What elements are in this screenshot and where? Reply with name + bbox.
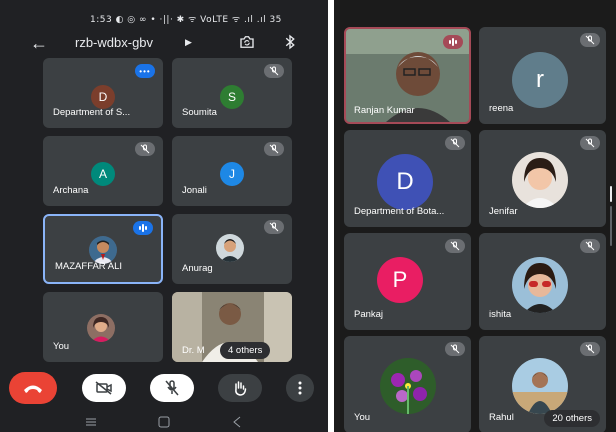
participant-name: Jonali [182,185,207,196]
participant-tile-active-speaker[interactable]: MAZAFFAR ALI [43,214,163,284]
status-bar: 1:53 ◐ ◎ ∞ • ·||· ✱ ᯤ VoLTE ᯤ .ıl .ıl 35 [90,15,282,25]
avatar [512,358,568,414]
participant-tile[interactable]: Rahul 20 others [479,336,606,432]
participant-name: Department of S... [53,107,131,118]
participant-name: Anurag [182,263,213,274]
avatar: r [512,52,568,108]
avatar: D [91,85,115,109]
avatar: J [220,162,244,186]
participant-tile[interactable]: S Soumita [172,58,292,128]
participant-name: Pankaj [354,309,384,320]
participant-tile[interactable]: Anurag [172,214,292,284]
mic-off-icon [264,220,284,234]
back-nav-icon[interactable] [232,416,242,428]
participant-name: Ranjan Kumar [354,105,415,116]
speaking-indicator-icon [443,35,463,49]
mic-off-icon [580,136,600,150]
participant-name: Rahul [489,412,514,423]
mic-off-icon [165,380,179,396]
camera-off-icon [95,381,112,395]
mic-off-icon [445,342,465,356]
mic-off-icon [580,239,600,253]
participant-tile-video[interactable]: Dr. M 4 others [172,292,292,362]
participant-name: Archana [53,185,89,196]
mic-off-icon [135,142,155,156]
mic-off-icon [580,33,600,47]
mic-toggle-button[interactable] [150,374,194,402]
mic-off-icon [580,342,600,356]
avatar [87,314,115,342]
raise-hand-button[interactable] [218,374,262,402]
participant-tile[interactable]: P Pankaj [344,233,471,330]
participant-tile[interactable]: D ••• Department of S... [43,58,163,128]
participant-name: Soumita [182,107,217,118]
recents-icon[interactable] [85,417,97,427]
home-icon[interactable] [158,416,170,428]
avatar: D [377,154,433,210]
bluetooth-icon[interactable] [283,33,297,51]
participant-name: MAZAFFAR ALI [55,261,123,272]
avatar [216,234,244,262]
phone-hangup-icon [24,385,42,393]
participant-name: reena [489,103,514,114]
participant-name: Dr. M [182,345,205,356]
others-count-badge[interactable]: 4 others [220,342,271,359]
participant-name: You [53,341,70,352]
left-meet-screen: 1:53 ◐ ◎ ∞ • ·||· ✱ ᯤ VoLTE ᯤ .ıl .ıl 35… [0,0,328,432]
avatar: S [220,85,244,109]
meeting-code-title[interactable]: rzb-wdbx-gbv [75,35,153,50]
camera-toggle-button[interactable] [82,374,126,402]
mic-off-icon [445,239,465,253]
participant-name: ishita [489,309,512,320]
end-call-button[interactable] [9,372,57,404]
participant-tile[interactable]: Jenifar [479,130,606,227]
avatar [512,152,568,208]
screenshot-root: 1:53 ◐ ◎ ∞ • ·||· ✱ ᯤ VoLTE ᯤ .ıl .ıl 35… [0,0,616,432]
avatar: A [91,162,115,186]
others-count-badge[interactable]: 20 others [544,410,600,427]
back-arrow-icon[interactable]: ← [30,32,48,54]
more-vert-icon [298,381,302,395]
participant-tile[interactable]: ishita [479,233,606,330]
participant-tile[interactable]: A Archana [43,136,163,206]
participant-tile[interactable]: r reena [479,27,606,124]
participant-tile-self[interactable]: You [344,336,471,432]
avatar: P [377,257,423,303]
participant-tile-self[interactable]: You [43,292,163,362]
avatar [380,358,436,414]
participant-name: You [354,412,371,423]
android-nav-bar [0,412,328,432]
scrollbar-thumb[interactable] [610,186,612,202]
avatar [512,257,568,313]
switch-camera-icon[interactable] [238,33,256,51]
more-options-button[interactable] [286,374,314,402]
mic-off-icon [264,142,284,156]
right-meet-screen: Ranjan Kumar r reena D Department of Bot… [334,0,616,432]
avatar [89,236,117,264]
participant-name: Department of Bota... [354,206,445,217]
participant-name: Jenifar [489,206,518,217]
mic-off-icon [264,64,284,78]
participant-tile[interactable]: J Jonali [172,136,292,206]
meeting-header: ← rzb-wdbx-gbv ▶ [0,32,328,56]
participant-tile[interactable]: D Department of Bota... [344,130,471,227]
chevron-right-icon[interactable]: ▶ [185,37,192,48]
scrollbar-track[interactable] [610,206,612,246]
hand-icon [235,381,247,396]
speaking-indicator-icon: ••• [135,64,155,78]
mic-off-icon [445,136,465,150]
speaking-indicator-icon [133,221,153,235]
participant-tile-active-speaker[interactable]: Ranjan Kumar [344,27,471,124]
